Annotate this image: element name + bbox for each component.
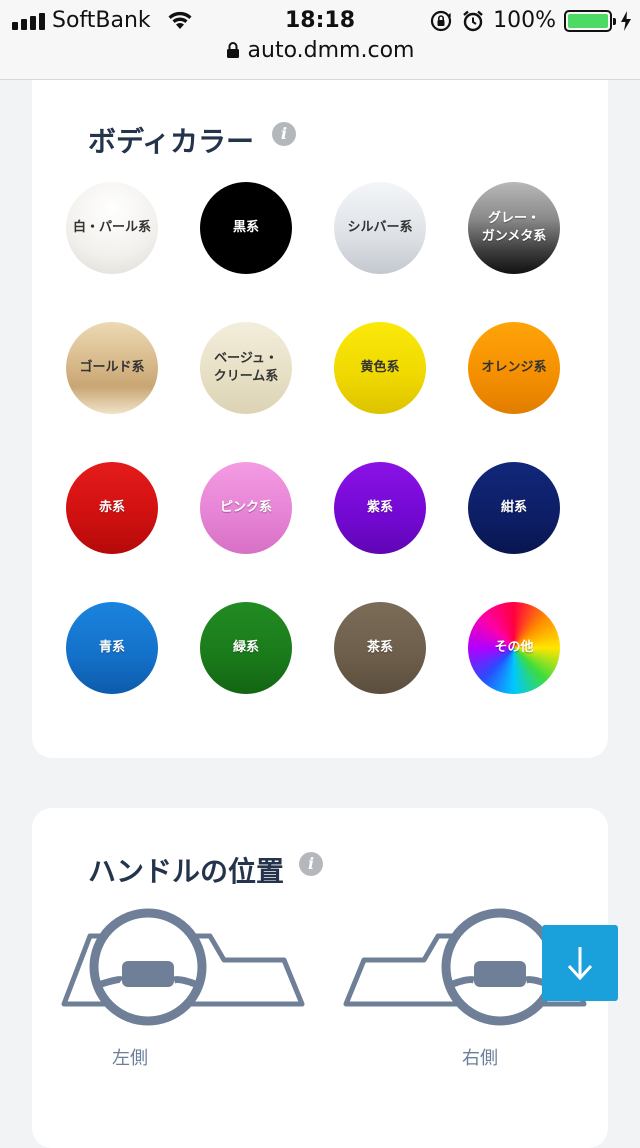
info-icon[interactable]: i (272, 122, 296, 146)
left-handle-icon[interactable] (60, 908, 306, 1030)
left-handle-label[interactable]: 左側 (112, 1044, 148, 1070)
arrow-down-icon (567, 947, 593, 981)
color-swatch[interactable]: オレンジ系 (468, 322, 560, 414)
status-right: 100% (429, 8, 632, 33)
color-swatch[interactable]: グレー・ ガンメタ系 (468, 182, 560, 274)
info-icon[interactable]: i (299, 852, 323, 876)
color-swatch[interactable]: その他 (468, 602, 560, 694)
url-text: auto.dmm.com (247, 38, 415, 63)
color-swatch[interactable]: ピンク系 (200, 462, 292, 554)
handle-position-title: ハンドルの位置 (88, 855, 285, 888)
battery-fill (568, 13, 608, 28)
color-swatch[interactable]: 黄色系 (334, 322, 426, 414)
battery-percent: 100% (493, 8, 556, 33)
color-swatch[interactable]: 黒系 (200, 182, 292, 274)
color-swatch[interactable]: 紫系 (334, 462, 426, 554)
status-bar: SoftBank 18:18 100% auto.dmm.com (0, 0, 640, 80)
status-bar-row: SoftBank 18:18 100% (0, 6, 640, 36)
color-swatch[interactable]: 赤系 (66, 462, 158, 554)
scroll-down-button[interactable] (542, 925, 618, 1001)
color-swatch[interactable]: 青系 (66, 602, 158, 694)
color-swatch[interactable]: シルバー系 (334, 182, 426, 274)
handle-position-card: ハンドルの位置 i 左側 右側 (32, 808, 608, 1148)
body-color-card: ボディカラー i 白・パール系 黒系 シルバー系 グレー・ ガンメタ系ゴールド系 ベージ… (32, 80, 608, 758)
charging-bolt-icon (621, 10, 631, 31)
color-swatch[interactable]: ベージュ・ クリーム系 (200, 322, 292, 414)
color-swatch[interactable]: 白・パール系 (66, 182, 158, 274)
lock-icon (226, 42, 239, 58)
alarm-icon (463, 10, 483, 31)
color-swatch[interactable]: ゴールド系 (66, 322, 158, 414)
address-bar[interactable]: auto.dmm.com (0, 38, 640, 63)
color-swatch[interactable]: 緑系 (200, 602, 292, 694)
right-handle-label[interactable]: 右側 (462, 1044, 498, 1070)
rotation-lock-icon (430, 10, 452, 31)
color-swatch[interactable]: 紺系 (468, 462, 560, 554)
body-color-title: ボディカラー (88, 125, 255, 158)
battery-icon (564, 9, 616, 32)
color-swatch[interactable]: 茶系 (334, 602, 426, 694)
